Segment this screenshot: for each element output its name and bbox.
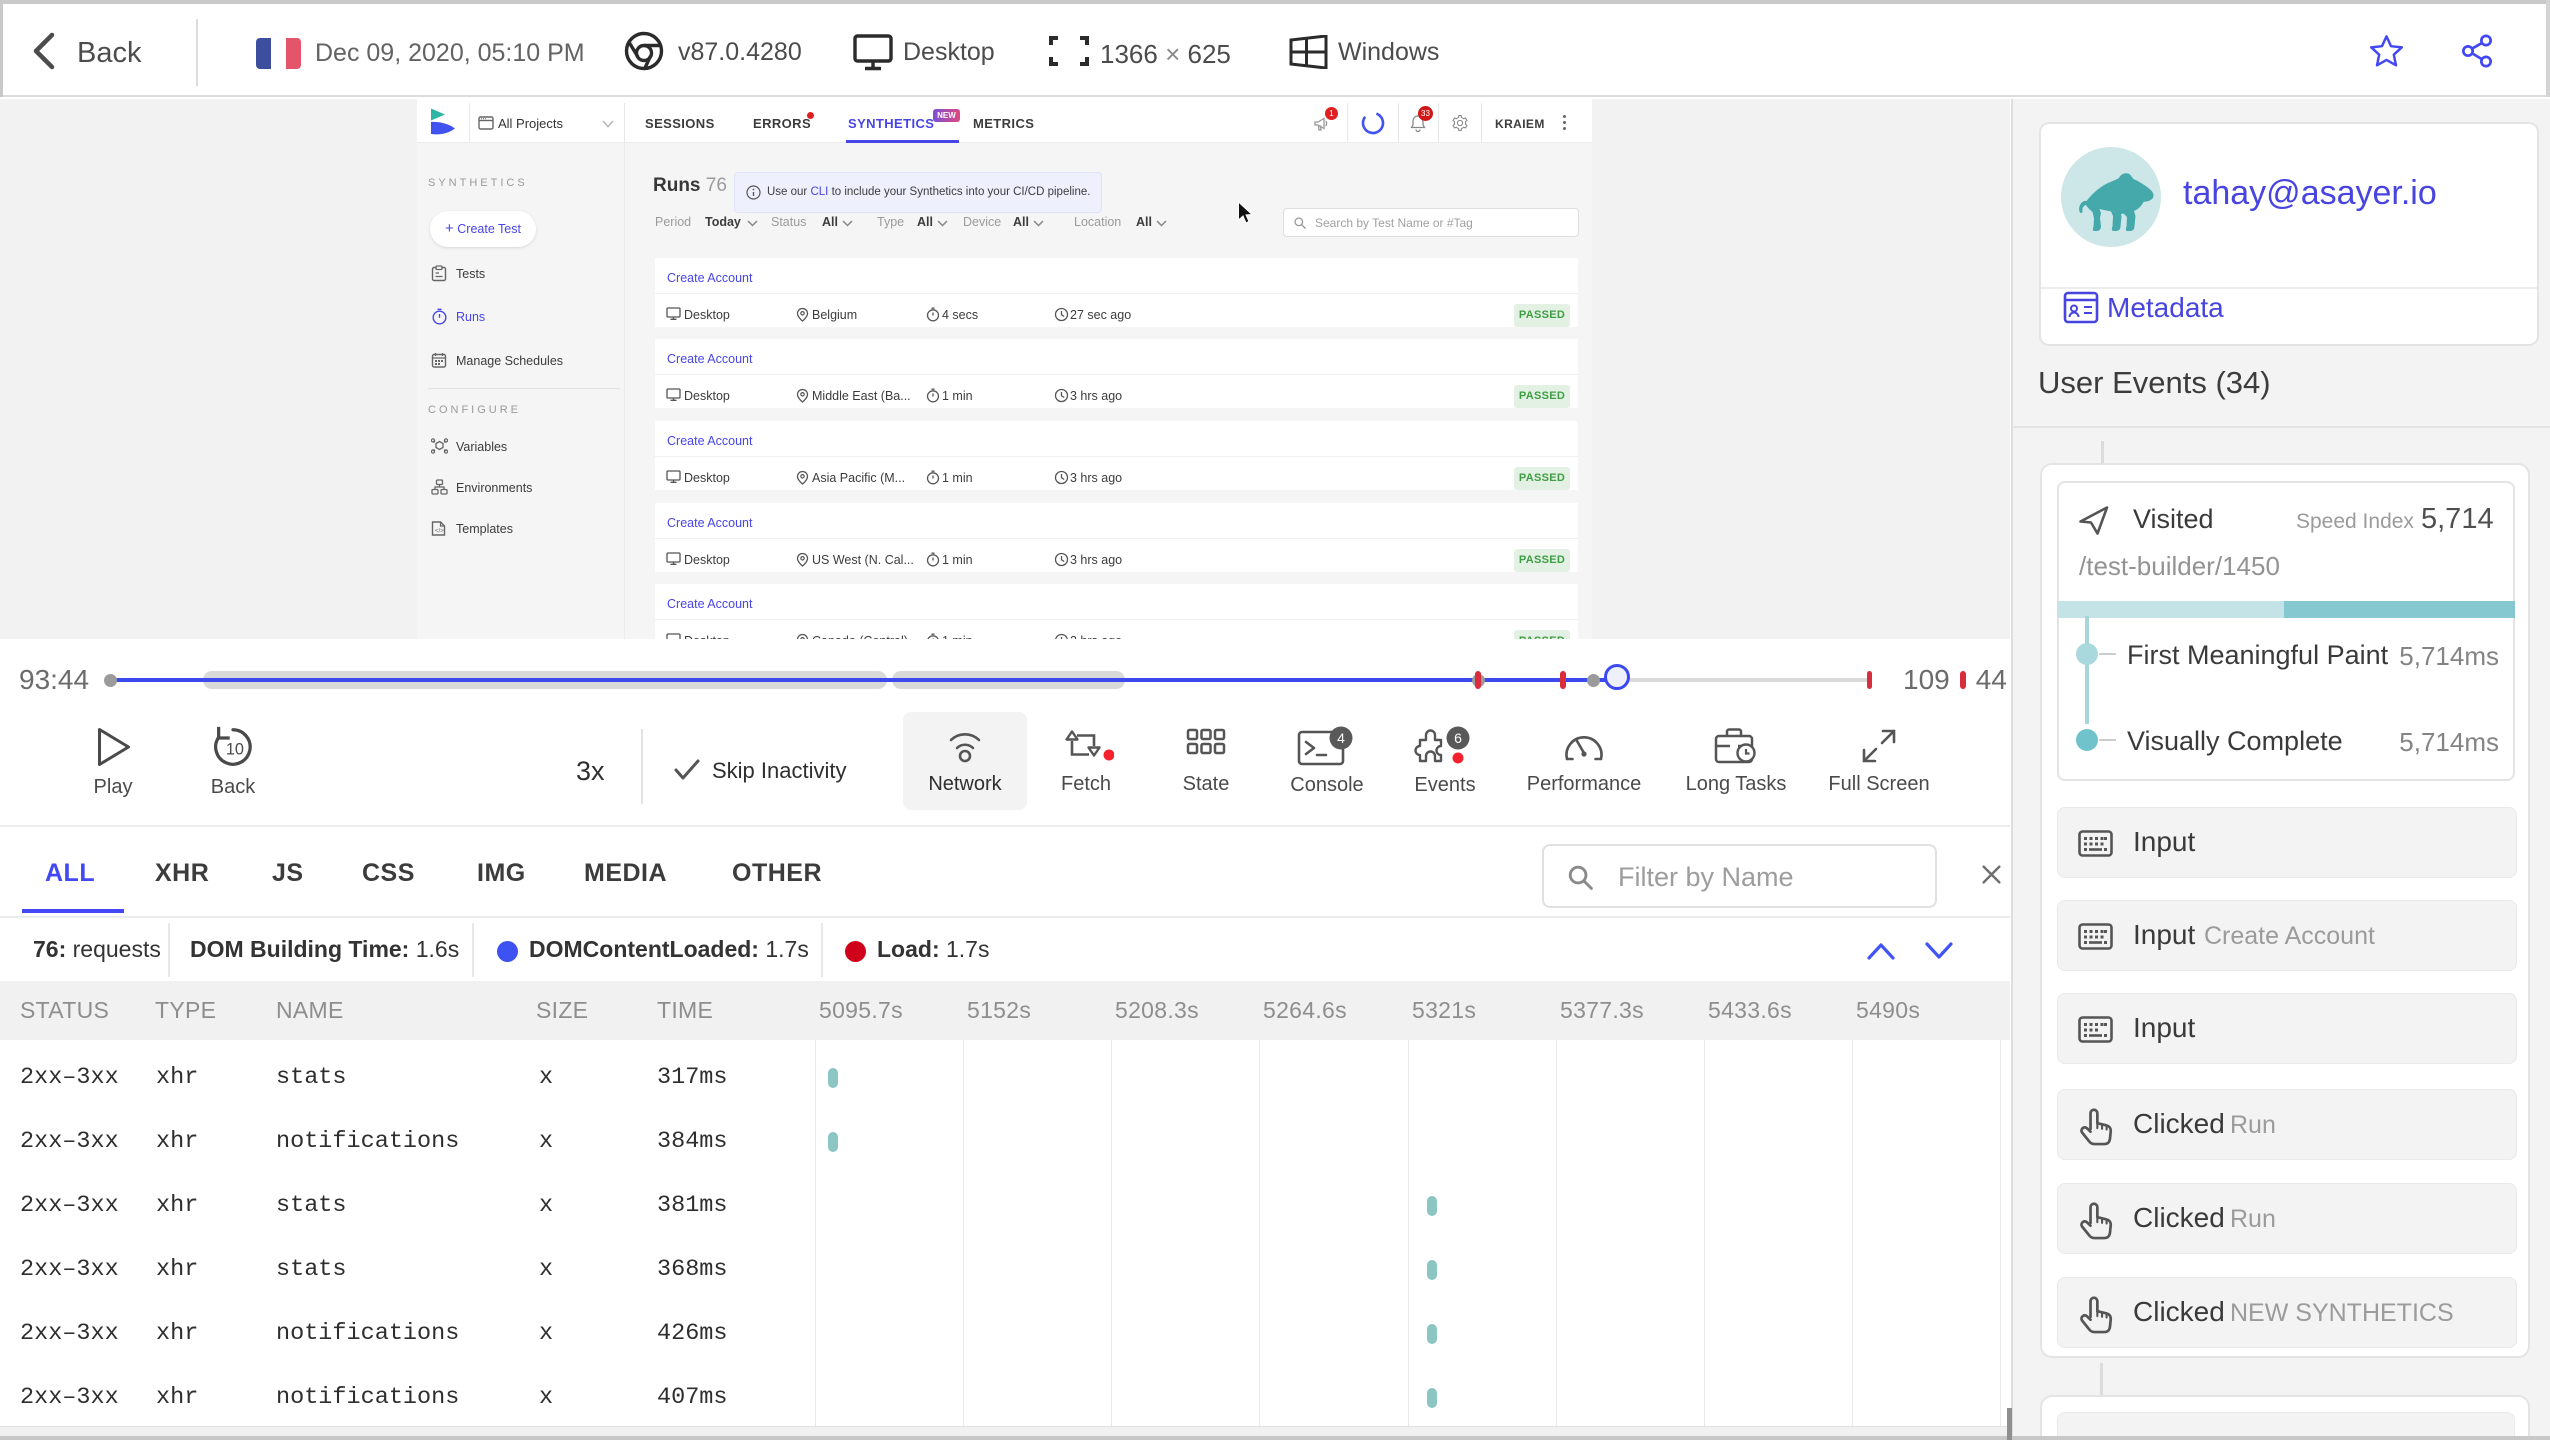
svg-text:4: 4 [1337, 730, 1345, 746]
svg-text:</>: </> [435, 529, 444, 535]
svg-text:6: 6 [1454, 730, 1462, 746]
svg-text:10: 10 [226, 741, 244, 759]
